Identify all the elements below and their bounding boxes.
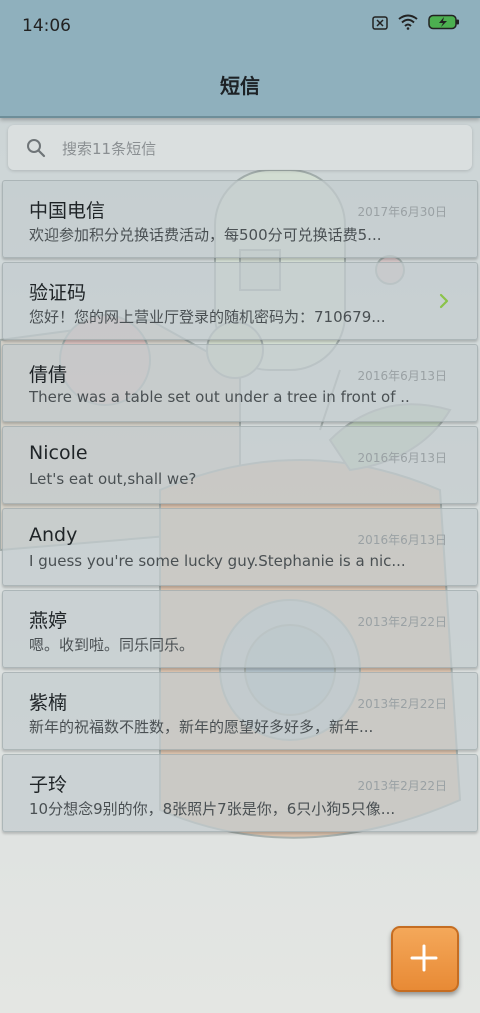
message-preview: 新年的祝福数不胜数，新年的愿望好多好多，新年... [29, 718, 374, 736]
sender-name: Nicole [29, 442, 88, 464]
message-date: 2013年2月22日 [357, 779, 447, 793]
battery-charging-icon [428, 14, 460, 34]
search-icon [26, 138, 46, 162]
message-item[interactable]: Andy 2016年6月13日 I guess you're some luck… [2, 508, 478, 586]
no-sim-icon [372, 15, 388, 34]
message-preview: 10分想念9别的你，8张照片7张是你，6只小狗5只像... [29, 800, 396, 818]
message-date: 2016年6月13日 [357, 451, 447, 465]
message-item[interactable]: 燕婷 2013年2月22日 嗯。收到啦。同乐同乐。 [2, 590, 478, 668]
sender-name: 子玲 [29, 774, 68, 796]
sender-name: 验证码 [29, 282, 87, 304]
message-preview: Let's eat out,shall we? [29, 470, 197, 488]
message-preview: 欢迎参加积分兑换话费活动，每500分可兑换话费5... [29, 226, 382, 244]
sender-name: 中国电信 [29, 200, 106, 222]
plus-icon [410, 944, 438, 976]
message-date: 2013年2月22日 [357, 615, 447, 629]
wifi-icon [398, 14, 418, 34]
message-date: 2016年6月13日 [357, 369, 447, 383]
message-date: 2017年6月30日 [357, 205, 447, 219]
sender-name: 燕婷 [29, 610, 68, 632]
status-icons [372, 14, 460, 34]
sender-name: 紫楠 [29, 692, 68, 714]
status-time: 14:06 [22, 16, 71, 36]
message-item[interactable]: 验证码 您好！您的网上营业厅登录的随机密码为：710679... [2, 262, 478, 340]
message-preview: I guess you're some lucky guy.Stephanie … [29, 552, 406, 570]
sender-name: 倩倩 [29, 364, 68, 386]
message-item[interactable]: Nicole 2016年6月13日 Let's eat out,shall we… [2, 426, 478, 504]
search-bar[interactable]: 搜索11条短信 [8, 125, 472, 170]
message-item[interactable]: 子玲 2013年2月22日 10分想念9别的你，8张照片7张是你，6只小狗5只像… [2, 754, 478, 832]
compose-button[interactable] [391, 926, 459, 992]
message-preview: 嗯。收到啦。同乐同乐。 [29, 636, 195, 654]
message-item[interactable]: 紫楠 2013年2月22日 新年的祝福数不胜数，新年的愿望好多好多，新年... [2, 672, 478, 750]
app-header: 14:06 短信 [0, 0, 480, 118]
page-title: 短信 [220, 74, 260, 98]
message-list: 中国电信 2017年6月30日 欢迎参加积分兑换话费活动，每500分可兑换话费5… [2, 180, 478, 836]
message-preview: There was a table set out under a tree i… [29, 388, 409, 406]
message-date: 2013年2月22日 [357, 697, 447, 711]
message-preview: 您好！您的网上营业厅登录的随机密码为：710679... [29, 308, 386, 326]
chevron-right-icon [439, 293, 449, 313]
message-item[interactable]: 倩倩 2016年6月13日 There was a table set out … [2, 344, 478, 422]
message-item[interactable]: 中国电信 2017年6月30日 欢迎参加积分兑换话费活动，每500分可兑换话费5… [2, 180, 478, 258]
message-date: 2016年6月13日 [357, 533, 447, 547]
search-input[interactable]: 搜索11条短信 [62, 138, 156, 159]
sender-name: Andy [29, 524, 78, 546]
